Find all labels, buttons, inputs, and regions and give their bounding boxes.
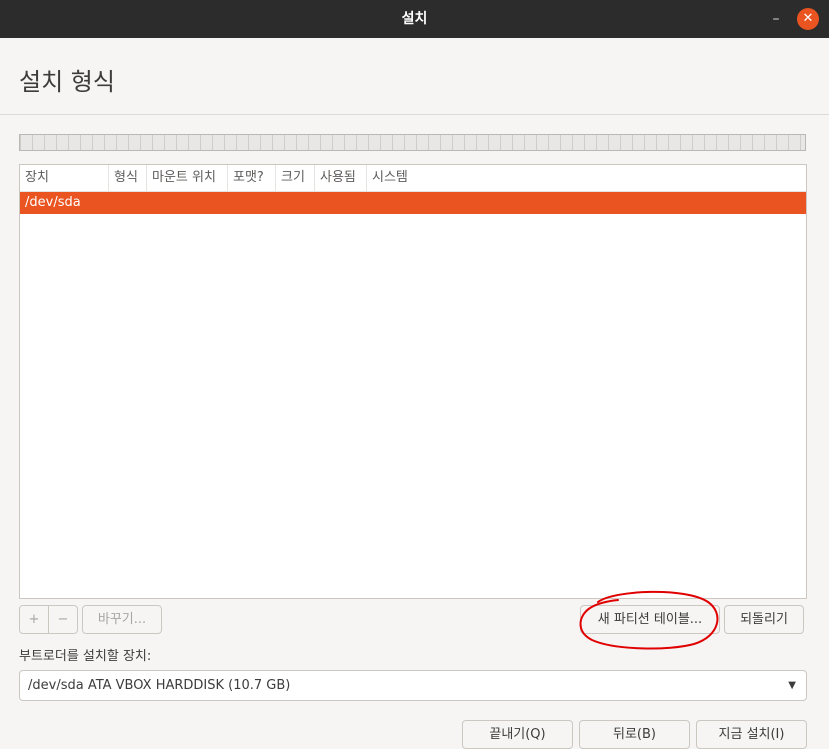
table-header: 장치 형식 마운트 위치 포맷? 크기 사용됨 시스템 — [20, 165, 806, 192]
add-partition-button[interactable]: + — [19, 605, 49, 634]
column-header-format[interactable]: 포맷? — [228, 165, 276, 191]
bootloader-selected-value: /dev/sda ATA VBOX HARDDISK (10.7 GB) — [28, 678, 291, 693]
column-header-mount-point[interactable]: 마운트 위치 — [147, 165, 228, 191]
install-now-button[interactable]: 지금 설치(I) — [696, 720, 807, 749]
revert-button[interactable]: 되돌리기 — [724, 605, 804, 634]
table-row[interactable]: /dev/sda — [20, 192, 806, 214]
page-title: 설치 형식 — [19, 68, 115, 96]
disk-usage-bar — [19, 134, 806, 151]
close-icon[interactable]: ✕ — [797, 8, 819, 30]
page-header: 설치 형식 — [0, 38, 829, 115]
remove-partition-button[interactable]: − — [48, 605, 78, 634]
window-title: 설치 — [401, 11, 428, 27]
new-partition-table-button[interactable]: 새 파티션 테이블... — [580, 605, 720, 634]
column-header-system[interactable]: 시스템 — [367, 165, 427, 191]
quit-button[interactable]: 끝내기(Q) — [462, 720, 573, 749]
column-header-type[interactable]: 형식 — [109, 165, 147, 191]
partition-table[interactable]: 장치 형식 마운트 위치 포맷? 크기 사용됨 시스템 /dev/sda — [19, 164, 807, 599]
column-header-used[interactable]: 사용됨 — [315, 165, 367, 191]
device-cell: /dev/sda — [25, 195, 81, 210]
bootloader-label: 부트로더를 설치할 장치: — [19, 649, 152, 664]
bootloader-device-select[interactable]: /dev/sda ATA VBOX HARDDISK (10.7 GB) ▼ — [19, 670, 807, 701]
chevron-down-icon: ▼ — [788, 680, 796, 691]
change-partition-button[interactable]: 바꾸기... — [82, 605, 162, 634]
column-header-device[interactable]: 장치 — [20, 165, 109, 191]
window-titlebar: 설치 – ✕ — [0, 0, 829, 38]
minimize-icon[interactable]: – — [769, 9, 783, 29]
back-button[interactable]: 뒤로(B) — [579, 720, 690, 749]
column-header-size[interactable]: 크기 — [276, 165, 315, 191]
